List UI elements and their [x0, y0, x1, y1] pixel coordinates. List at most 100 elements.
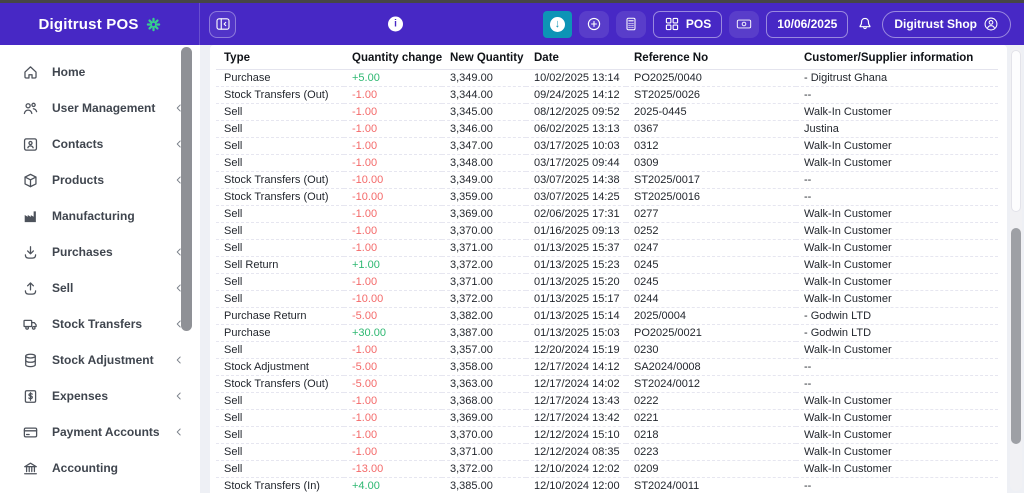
- cell-date: 12/12/2024 08:35: [526, 443, 626, 461]
- cell-reference-no: 0247: [626, 239, 796, 257]
- cell-quantity-change: -5.00: [344, 358, 442, 376]
- cell-quantity-change: +4.00: [344, 477, 442, 493]
- cell-quantity-change: -10.00: [344, 171, 442, 189]
- sidebar-item-manufacturing[interactable]: Manufacturing: [0, 198, 200, 234]
- sidebar-item-products[interactable]: Products: [0, 162, 200, 198]
- cell-date: 09/24/2025 14:12: [526, 86, 626, 104]
- cell-new-quantity: 3,370.00: [442, 222, 526, 240]
- cell-customer-supplier: Walk-In Customer: [796, 222, 998, 240]
- column-header-type: Type: [216, 46, 344, 70]
- sidebar-item-label: Stock Transfers: [52, 317, 143, 331]
- table-row: Sell -1.00 3,371.00 12/12/2024 08:35 0223 Wal…: [216, 443, 998, 461]
- sidebar-item-home[interactable]: Home: [0, 54, 200, 90]
- vertical-scrollbar[interactable]: [1010, 48, 1022, 491]
- scrollbar-thumb[interactable]: [1011, 228, 1021, 444]
- add-button[interactable]: [578, 10, 609, 38]
- shop-account-button[interactable]: Digitrust Shop: [882, 10, 1011, 38]
- cell-customer-supplier: Walk-In Customer: [796, 239, 998, 257]
- cell-quantity-change: -1.00: [344, 120, 442, 138]
- cell-type: Sell: [216, 443, 344, 461]
- sidebar-item-sell[interactable]: Sell: [0, 270, 200, 306]
- sidebar-item-label: Payment Accounts: [52, 425, 160, 439]
- cell-customer-supplier: Walk-In Customer: [796, 154, 998, 172]
- table-row: Sell -1.00 3,369.00 02/06/2025 17:31 0277 Wal…: [216, 205, 998, 223]
- sidebar-item-label: Products: [52, 173, 105, 187]
- cell-new-quantity: 3,368.00: [442, 392, 526, 410]
- sidebar-item-stock-transfers[interactable]: Stock Transfers: [0, 306, 200, 342]
- cell-type: Sell: [216, 460, 344, 478]
- arrow-down-circle-icon: ↓: [549, 16, 565, 32]
- cell-type: Stock Adjustment: [216, 358, 344, 376]
- cell-date: 12/10/2024 12:02: [526, 460, 626, 478]
- cell-reference-no: SA2024/0008: [626, 358, 796, 376]
- cell-customer-supplier: Walk-In Customer: [796, 137, 998, 155]
- cell-date: 12/17/2024 13:42: [526, 409, 626, 427]
- cell-quantity-change: +30.00: [344, 324, 442, 342]
- cell-date: 10/02/2025 13:14: [534, 72, 620, 84]
- scrollbar-thumb-top[interactable]: [1011, 50, 1021, 212]
- app-title: Digitrust POS: [38, 15, 139, 33]
- table-body: Purchase +5.00 3,349.00 10/02/2025 13:14 PO2…: [216, 70, 998, 493]
- cell-new-quantity: 3,359.00: [442, 188, 526, 206]
- cell-quantity-change: -13.00: [344, 460, 442, 478]
- box-icon: [22, 172, 39, 189]
- topbar-main: i ↓ POS 10/06/2025 Digitrust Shop: [200, 3, 1024, 45]
- cell-customer-supplier: Walk-In Customer: [796, 409, 998, 427]
- download-action-button[interactable]: ↓: [542, 10, 572, 38]
- cell-type: Sell: [216, 341, 344, 359]
- cell-type: Sell: [216, 273, 344, 291]
- cell-type: Purchase: [224, 72, 271, 84]
- table-row: Stock Transfers (Out) -1.00 3,344.00 09/24/…: [216, 86, 998, 104]
- cell-customer-supplier: --: [796, 477, 998, 493]
- table-row: Sell -1.00 3,370.00 01/16/2025 09:13 0252 Wal…: [216, 222, 998, 240]
- pos-button[interactable]: POS: [652, 10, 723, 38]
- cell-reference-no: 0218: [626, 426, 796, 444]
- cell-customer-supplier: Walk-In Customer: [796, 290, 998, 308]
- cell-type: Stock Transfers (Out): [216, 375, 344, 393]
- cell-reference-no: ST2025/0016: [626, 188, 796, 206]
- sidebar-scrollbar-thumb[interactable]: [181, 47, 192, 331]
- cell-type: Sell: [216, 409, 344, 427]
- sidebar-item-expenses[interactable]: Expenses: [0, 378, 200, 414]
- table-row: Sell -1.00 3,357.00 12/20/2024 15:19 0230 Wal…: [216, 341, 998, 359]
- info-icon[interactable]: i: [388, 16, 403, 32]
- cell-date: 02/06/2025 17:31: [526, 205, 626, 223]
- cell-reference-no: PO2025/0040: [634, 72, 702, 84]
- cell-reference-no: 0245: [626, 273, 796, 291]
- cell-reference-no: ST2025/0026: [626, 86, 796, 104]
- cell-date: 03/07/2025 14:38: [526, 171, 626, 189]
- contact-card-icon: [22, 136, 39, 153]
- calculator-button[interactable]: [615, 10, 646, 38]
- cell-quantity-change: -1.00: [344, 103, 442, 121]
- column-header-reference-no: Reference No: [626, 46, 796, 70]
- sidebar-item-accounting[interactable]: Accounting: [0, 450, 200, 486]
- table-row: Sell -1.00 3,368.00 12/17/2024 13:43 0222 Wal…: [216, 392, 998, 410]
- date-button[interactable]: 10/06/2025: [766, 10, 849, 38]
- cell-reference-no: 0277: [626, 205, 796, 223]
- sidebar-item-user-management[interactable]: User Management: [0, 90, 200, 126]
- table-row: Sell -1.00 3,370.00 12/12/2024 15:10 0218 Wal…: [216, 426, 998, 444]
- brand-area[interactable]: Digitrust POS: [0, 3, 200, 45]
- truck-icon: [22, 316, 39, 333]
- sidebar-item-stock-adjustment[interactable]: Stock Adjustment: [0, 342, 200, 378]
- cell-customer-supplier: --: [796, 375, 998, 393]
- database-icon: [22, 352, 39, 369]
- sidebar-item-label: Contacts: [52, 137, 104, 151]
- sidebar-item-payment-accounts[interactable]: Payment Accounts: [0, 414, 200, 450]
- cell-quantity-change: -10.00: [344, 290, 442, 308]
- sidebar-toggle-button[interactable]: [209, 10, 236, 38]
- pos-button-label: POS: [685, 17, 712, 31]
- cash-register-button[interactable]: [729, 10, 760, 38]
- notifications-button[interactable]: [855, 11, 875, 38]
- cell-customer-supplier: Walk-In Customer: [796, 256, 998, 274]
- cell-type: Stock Transfers (Out): [216, 188, 344, 206]
- cell-type: Purchase: [216, 324, 344, 342]
- sidebar-item-contacts[interactable]: Contacts: [0, 126, 200, 162]
- cell-customer-supplier: Walk-In Customer: [796, 103, 998, 121]
- sidebar-item-label: Expenses: [52, 389, 109, 403]
- cell-new-quantity: 3,372.00: [442, 256, 526, 274]
- cell-reference-no: 0209: [626, 460, 796, 478]
- sidebar-item-purchases[interactable]: Purchases: [0, 234, 200, 270]
- brand-logo-icon: [146, 17, 160, 31]
- cell-type: Sell: [216, 222, 344, 240]
